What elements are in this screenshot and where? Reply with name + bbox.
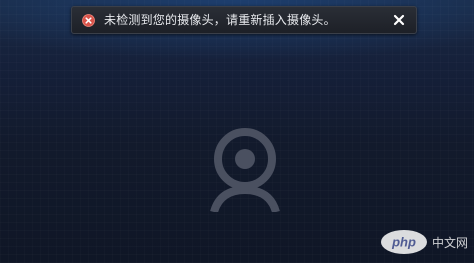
site-watermark: php 中文网 <box>380 229 468 255</box>
watermark-site-name: 中文网 <box>431 235 468 250</box>
camera-preview-area: 未检测到您的摄像头，请重新插入摄像头。 php 中文网 <box>0 0 474 263</box>
error-notification-bar: 未检测到您的摄像头，请重新插入摄像头。 <box>71 6 417 34</box>
close-icon[interactable] <box>392 13 406 27</box>
webcam-icon <box>210 128 280 212</box>
php-logo-icon: php <box>380 230 427 254</box>
watermark-brand: php <box>391 235 416 250</box>
notification-message: 未检测到您的摄像头，请重新插入摄像头。 <box>104 13 336 27</box>
error-icon <box>82 14 95 27</box>
